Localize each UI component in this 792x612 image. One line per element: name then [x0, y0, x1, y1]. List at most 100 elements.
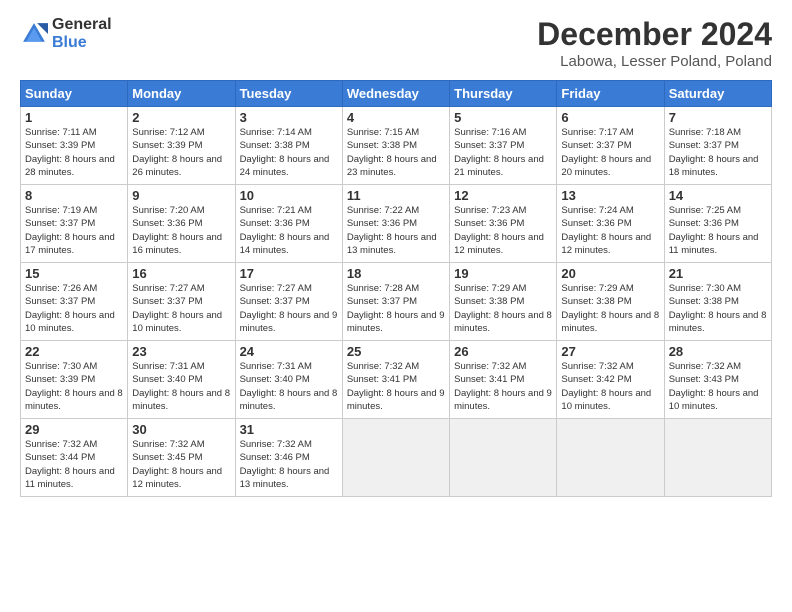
weekday-header-row: Sunday Monday Tuesday Wednesday Thursday… — [21, 81, 772, 107]
day-number: 13 — [561, 188, 659, 203]
day-number: 9 — [132, 188, 230, 203]
calendar-cell: 22 Sunrise: 7:30 AM Sunset: 3:39 PM Dayl… — [21, 341, 128, 419]
day-number: 28 — [669, 344, 767, 359]
day-number: 16 — [132, 266, 230, 281]
day-info: Sunrise: 7:20 AM Sunset: 3:36 PM Dayligh… — [132, 204, 230, 257]
day-number: 6 — [561, 110, 659, 125]
day-number: 21 — [669, 266, 767, 281]
calendar-row: 1 Sunrise: 7:11 AM Sunset: 3:39 PM Dayli… — [21, 107, 772, 185]
calendar-cell: 4 Sunrise: 7:15 AM Sunset: 3:38 PM Dayli… — [342, 107, 449, 185]
page-subtitle: Labowa, Lesser Poland, Poland — [537, 53, 772, 70]
day-number: 19 — [454, 266, 552, 281]
day-number: 2 — [132, 110, 230, 125]
day-number: 25 — [347, 344, 445, 359]
calendar-cell: 18 Sunrise: 7:28 AM Sunset: 3:37 PM Dayl… — [342, 263, 449, 341]
calendar-cell: 9 Sunrise: 7:20 AM Sunset: 3:36 PM Dayli… — [128, 185, 235, 263]
day-number: 15 — [25, 266, 123, 281]
calendar-cell: 6 Sunrise: 7:17 AM Sunset: 3:37 PM Dayli… — [557, 107, 664, 185]
logo-text: General Blue — [52, 16, 112, 51]
day-info: Sunrise: 7:25 AM Sunset: 3:36 PM Dayligh… — [669, 204, 767, 257]
calendar-cell: 7 Sunrise: 7:18 AM Sunset: 3:37 PM Dayli… — [664, 107, 771, 185]
calendar-cell: 19 Sunrise: 7:29 AM Sunset: 3:38 PM Dayl… — [450, 263, 557, 341]
calendar-cell: 30 Sunrise: 7:32 AM Sunset: 3:45 PM Dayl… — [128, 419, 235, 497]
day-info: Sunrise: 7:29 AM Sunset: 3:38 PM Dayligh… — [561, 282, 659, 335]
day-number: 23 — [132, 344, 230, 359]
calendar-cell: 25 Sunrise: 7:32 AM Sunset: 3:41 PM Dayl… — [342, 341, 449, 419]
header-monday: Monday — [128, 81, 235, 107]
day-number: 11 — [347, 188, 445, 203]
day-info: Sunrise: 7:27 AM Sunset: 3:37 PM Dayligh… — [132, 282, 230, 335]
logo-general-text: General — [52, 16, 112, 34]
day-info: Sunrise: 7:31 AM Sunset: 3:40 PM Dayligh… — [132, 360, 230, 413]
calendar-cell: 15 Sunrise: 7:26 AM Sunset: 3:37 PM Dayl… — [21, 263, 128, 341]
calendar-cell: 11 Sunrise: 7:22 AM Sunset: 3:36 PM Dayl… — [342, 185, 449, 263]
day-info: Sunrise: 7:19 AM Sunset: 3:37 PM Dayligh… — [25, 204, 123, 257]
day-number: 18 — [347, 266, 445, 281]
calendar-cell: 2 Sunrise: 7:12 AM Sunset: 3:39 PM Dayli… — [128, 107, 235, 185]
day-info: Sunrise: 7:22 AM Sunset: 3:36 PM Dayligh… — [347, 204, 445, 257]
day-info: Sunrise: 7:23 AM Sunset: 3:36 PM Dayligh… — [454, 204, 552, 257]
day-info: Sunrise: 7:12 AM Sunset: 3:39 PM Dayligh… — [132, 126, 230, 179]
day-info: Sunrise: 7:27 AM Sunset: 3:37 PM Dayligh… — [240, 282, 338, 335]
day-info: Sunrise: 7:31 AM Sunset: 3:40 PM Dayligh… — [240, 360, 338, 413]
calendar-cell: 3 Sunrise: 7:14 AM Sunset: 3:38 PM Dayli… — [235, 107, 342, 185]
day-number: 10 — [240, 188, 338, 203]
day-info: Sunrise: 7:16 AM Sunset: 3:37 PM Dayligh… — [454, 126, 552, 179]
page: General Blue December 2024 Labowa, Lesse… — [0, 0, 792, 612]
day-number: 4 — [347, 110, 445, 125]
header-thursday: Thursday — [450, 81, 557, 107]
day-info: Sunrise: 7:26 AM Sunset: 3:37 PM Dayligh… — [25, 282, 123, 335]
header-wednesday: Wednesday — [342, 81, 449, 107]
day-number: 31 — [240, 422, 338, 437]
logo-blue-text: Blue — [52, 34, 112, 52]
header-friday: Friday — [557, 81, 664, 107]
logo: General Blue — [20, 16, 112, 51]
day-number: 26 — [454, 344, 552, 359]
day-info: Sunrise: 7:28 AM Sunset: 3:37 PM Dayligh… — [347, 282, 445, 335]
day-number: 29 — [25, 422, 123, 437]
page-title: December 2024 — [537, 16, 772, 53]
calendar-cell — [664, 419, 771, 497]
calendar-cell: 17 Sunrise: 7:27 AM Sunset: 3:37 PM Dayl… — [235, 263, 342, 341]
day-number: 17 — [240, 266, 338, 281]
day-number: 7 — [669, 110, 767, 125]
day-number: 20 — [561, 266, 659, 281]
calendar-cell: 24 Sunrise: 7:31 AM Sunset: 3:40 PM Dayl… — [235, 341, 342, 419]
day-info: Sunrise: 7:14 AM Sunset: 3:38 PM Dayligh… — [240, 126, 338, 179]
day-info: Sunrise: 7:30 AM Sunset: 3:38 PM Dayligh… — [669, 282, 767, 335]
header-saturday: Saturday — [664, 81, 771, 107]
day-info: Sunrise: 7:15 AM Sunset: 3:38 PM Dayligh… — [347, 126, 445, 179]
calendar-cell: 23 Sunrise: 7:31 AM Sunset: 3:40 PM Dayl… — [128, 341, 235, 419]
day-number: 8 — [25, 188, 123, 203]
calendar-cell — [342, 419, 449, 497]
calendar-cell: 10 Sunrise: 7:21 AM Sunset: 3:36 PM Dayl… — [235, 185, 342, 263]
calendar-row: 8 Sunrise: 7:19 AM Sunset: 3:37 PM Dayli… — [21, 185, 772, 263]
day-number: 24 — [240, 344, 338, 359]
day-info: Sunrise: 7:17 AM Sunset: 3:37 PM Dayligh… — [561, 126, 659, 179]
day-info: Sunrise: 7:11 AM Sunset: 3:39 PM Dayligh… — [25, 126, 123, 179]
calendar-cell: 12 Sunrise: 7:23 AM Sunset: 3:36 PM Dayl… — [450, 185, 557, 263]
day-info: Sunrise: 7:32 AM Sunset: 3:45 PM Dayligh… — [132, 438, 230, 491]
day-info: Sunrise: 7:32 AM Sunset: 3:44 PM Dayligh… — [25, 438, 123, 491]
day-info: Sunrise: 7:32 AM Sunset: 3:46 PM Dayligh… — [240, 438, 338, 491]
header-sunday: Sunday — [21, 81, 128, 107]
day-info: Sunrise: 7:30 AM Sunset: 3:39 PM Dayligh… — [25, 360, 123, 413]
day-info: Sunrise: 7:32 AM Sunset: 3:41 PM Dayligh… — [347, 360, 445, 413]
day-number: 30 — [132, 422, 230, 437]
day-info: Sunrise: 7:32 AM Sunset: 3:43 PM Dayligh… — [669, 360, 767, 413]
calendar-cell: 1 Sunrise: 7:11 AM Sunset: 3:39 PM Dayli… — [21, 107, 128, 185]
day-number: 3 — [240, 110, 338, 125]
calendar-cell: 29 Sunrise: 7:32 AM Sunset: 3:44 PM Dayl… — [21, 419, 128, 497]
calendar-cell: 28 Sunrise: 7:32 AM Sunset: 3:43 PM Dayl… — [664, 341, 771, 419]
calendar-cell — [450, 419, 557, 497]
calendar-row: 22 Sunrise: 7:30 AM Sunset: 3:39 PM Dayl… — [21, 341, 772, 419]
logo-icon — [20, 20, 48, 48]
day-number: 27 — [561, 344, 659, 359]
calendar-cell: 5 Sunrise: 7:16 AM Sunset: 3:37 PM Dayli… — [450, 107, 557, 185]
calendar-cell: 8 Sunrise: 7:19 AM Sunset: 3:37 PM Dayli… — [21, 185, 128, 263]
calendar-row: 15 Sunrise: 7:26 AM Sunset: 3:37 PM Dayl… — [21, 263, 772, 341]
calendar-cell: 13 Sunrise: 7:24 AM Sunset: 3:36 PM Dayl… — [557, 185, 664, 263]
day-number: 1 — [25, 110, 123, 125]
day-number: 14 — [669, 188, 767, 203]
day-info: Sunrise: 7:24 AM Sunset: 3:36 PM Dayligh… — [561, 204, 659, 257]
